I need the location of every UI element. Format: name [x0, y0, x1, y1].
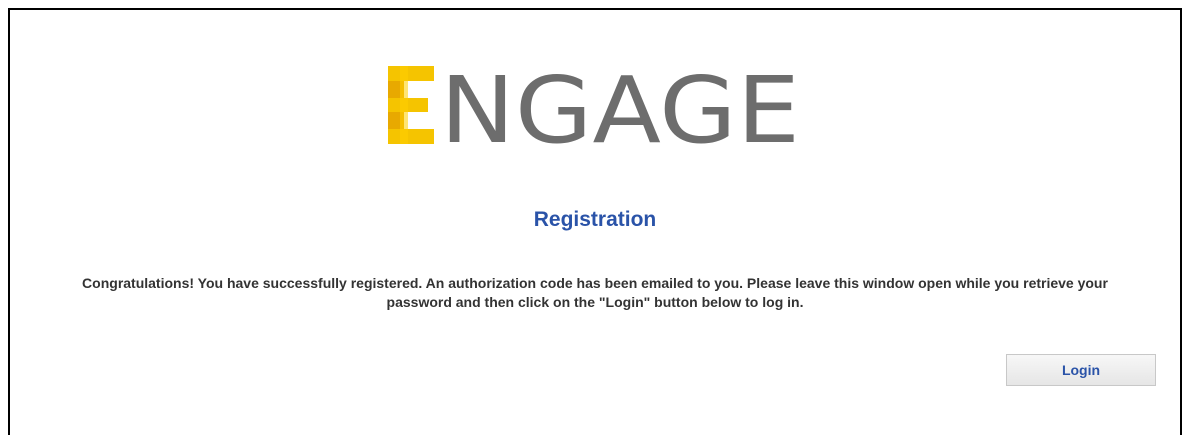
- success-message: Congratulations! You have successfully r…: [82, 275, 1108, 310]
- login-button[interactable]: Login: [1006, 354, 1156, 386]
- logo-e-mark: [388, 66, 434, 144]
- page-title: Registration: [533, 208, 657, 231]
- logo-wordmark: NGAGE: [440, 60, 800, 150]
- engage-logo: NGAGE: [10, 60, 1180, 150]
- registration-panel: NGAGE Registration Congratulations! You …: [8, 8, 1182, 435]
- engage-logo-image: NGAGE: [388, 60, 800, 150]
